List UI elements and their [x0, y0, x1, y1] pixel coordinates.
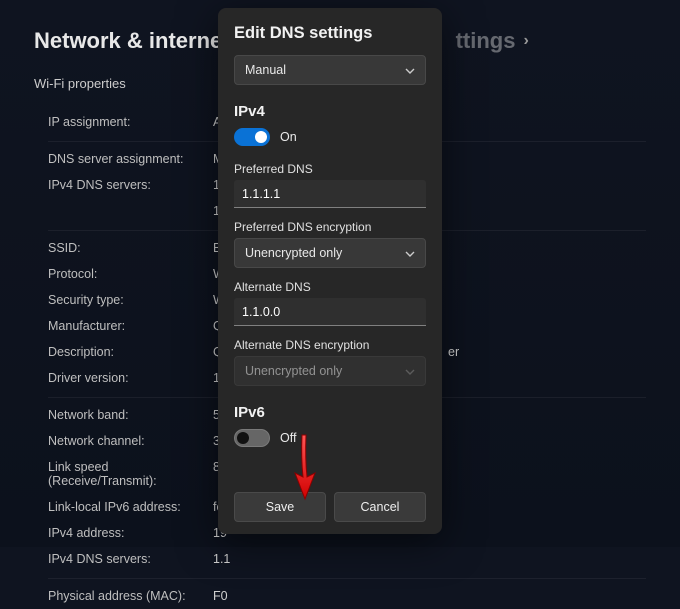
ipv6-toggle-label: Off — [280, 431, 296, 445]
alternate-dns-encryption-label: Alternate DNS encryption — [234, 338, 426, 352]
preferred-dns-label: Preferred DNS — [234, 162, 426, 176]
alternate-dns-input[interactable] — [234, 298, 426, 326]
save-button[interactable]: Save — [234, 492, 326, 522]
preferred-dns-encryption-value: Unencrypted only — [245, 246, 342, 260]
preferred-dns-encryption-select[interactable]: Unencrypted only — [234, 238, 426, 268]
alternate-dns-label: Alternate DNS — [234, 280, 426, 294]
breadcrumb-title: Network & internet — [34, 28, 230, 54]
dialog-title: Edit DNS settings — [234, 24, 426, 43]
alternate-dns-encryption-value: Unencrypted only — [245, 364, 342, 378]
row-ipv4-dns-servers: IPv4 DNS servers: 1.1 — [48, 546, 646, 572]
row-mac: Physical address (MAC): F0 — [48, 578, 646, 609]
chevron-down-icon — [405, 65, 415, 75]
dns-mode-select[interactable]: Manual — [234, 55, 426, 85]
alternate-dns-encryption-select[interactable]: Unencrypted only — [234, 356, 426, 386]
cancel-button[interactable]: Cancel — [334, 492, 426, 522]
dns-mode-value: Manual — [245, 63, 286, 77]
chevron-right-icon: › — [523, 32, 528, 50]
ipv4-toggle-label: On — [280, 130, 297, 144]
breadcrumb-sub: ttings — [456, 28, 516, 54]
ipv4-toggle[interactable] — [234, 128, 270, 146]
chevron-down-icon — [405, 248, 415, 258]
chevron-down-icon — [405, 366, 415, 376]
preferred-dns-encryption-label: Preferred DNS encryption — [234, 220, 426, 234]
preferred-dns-input[interactable] — [234, 180, 426, 208]
ipv6-heading: IPv6 — [234, 404, 426, 421]
ipv6-toggle[interactable] — [234, 429, 270, 447]
edit-dns-dialog: Edit DNS settings Manual IPv4 On Preferr… — [218, 8, 442, 534]
ipv4-heading: IPv4 — [234, 103, 426, 120]
